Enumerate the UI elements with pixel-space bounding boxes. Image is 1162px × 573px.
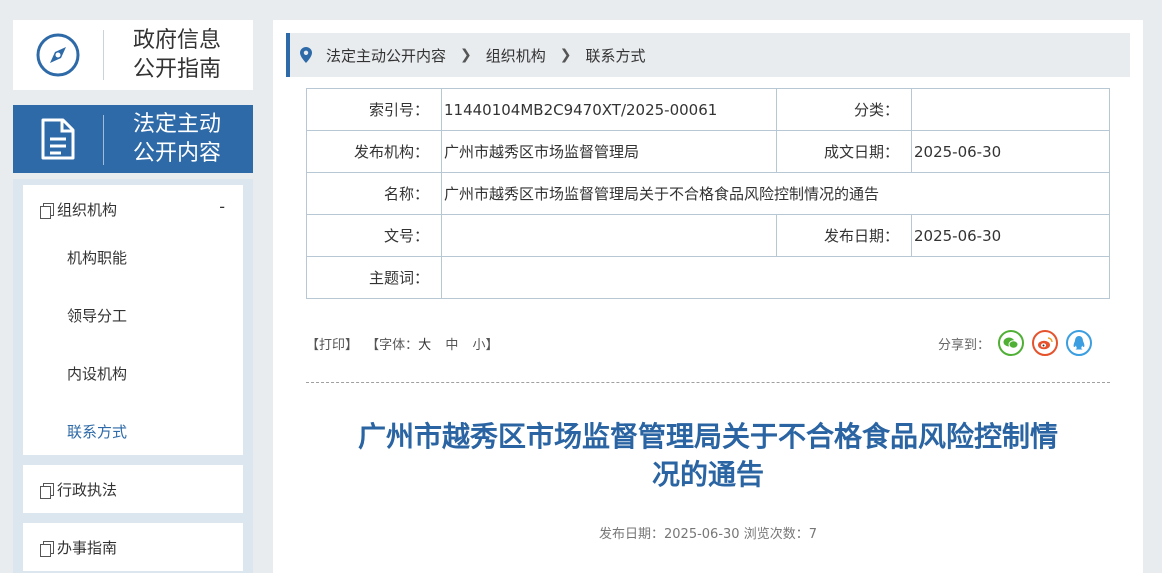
weibo-icon bbox=[1038, 337, 1053, 350]
name-label: 名称： bbox=[306, 172, 442, 215]
qq-penguin-icon bbox=[1073, 336, 1085, 350]
org-menu: 组织机构 - 机构职能 领导分工 内设机构 联系方式 bbox=[13, 179, 253, 475]
written-date-label: 成文日期： bbox=[776, 130, 912, 173]
divider bbox=[103, 115, 104, 165]
font-size-open: 【字体： bbox=[366, 338, 419, 353]
collapse-toggle[interactable]: - bbox=[219, 197, 225, 216]
pub-date-label: 发布日期： bbox=[776, 214, 912, 257]
font-size-close: 】 bbox=[485, 338, 499, 353]
doc-no-label: 文号： bbox=[306, 214, 442, 257]
menu-item-departments[interactable]: 内设机构 bbox=[67, 363, 127, 384]
breadcrumb-item[interactable]: 联系方式 bbox=[586, 45, 646, 66]
article-meta: 发布日期：2025-06-30 浏览次数：7 bbox=[599, 527, 817, 542]
chevron-right-icon: ❯ bbox=[559, 47, 572, 63]
weibo-share-button[interactable] bbox=[1032, 330, 1059, 356]
menu-item-functions[interactable]: 机构职能 bbox=[67, 247, 127, 268]
menu-group-label: 组织机构 bbox=[57, 200, 118, 219]
guide-title: 政府信息 公开指南 bbox=[132, 28, 221, 82]
share-label: 分享到： bbox=[938, 337, 991, 353]
breadcrumb: 法定主动公开内容 ❯ 组织机构 ❯ 联系方式 bbox=[286, 33, 1130, 77]
font-medium-link[interactable]: 中 bbox=[445, 338, 458, 353]
divider bbox=[103, 30, 104, 80]
breadcrumb-item[interactable]: 法定主动公开内容 bbox=[326, 45, 446, 66]
share-bar: 分享到： bbox=[938, 330, 1093, 356]
chevron-right-icon: ❯ bbox=[460, 47, 472, 63]
font-small-link[interactable]: 小 bbox=[472, 338, 485, 353]
pages-icon bbox=[40, 202, 54, 219]
menu-group-label: 行政执法 bbox=[57, 480, 118, 499]
active-section-title: 法定主动 公开内容 bbox=[132, 112, 221, 166]
location-pin-icon bbox=[300, 47, 312, 63]
menu-group-services[interactable]: 办事指南 bbox=[13, 518, 253, 573]
document-icon bbox=[41, 118, 75, 160]
font-large-link[interactable]: 大 bbox=[418, 338, 431, 353]
active-section-box[interactable]: 法定主动 公开内容 bbox=[13, 105, 253, 173]
breadcrumb-item[interactable]: 组织机构 bbox=[486, 45, 546, 66]
pages-icon bbox=[40, 540, 54, 557]
menu-item-leadership[interactable]: 领导分工 bbox=[67, 305, 127, 326]
article-title: 广州市越秀区市场监督管理局关于不合格食品风险控制情 况的通告 bbox=[357, 420, 1058, 491]
category-value bbox=[911, 88, 1110, 131]
name-value: 广州市越秀区市场监督管理局关于不合格食品风险控制情况的通告 bbox=[441, 172, 1110, 215]
divider-dashed bbox=[306, 382, 1110, 383]
menu-group-enforcement[interactable]: 行政执法 bbox=[13, 460, 253, 518]
pub-date-value: 2025-06-30 bbox=[911, 214, 1110, 257]
print-link[interactable]: 【打印】 bbox=[306, 338, 358, 353]
menu-item-contact[interactable]: 联系方式 bbox=[67, 421, 127, 442]
written-date-value: 2025-06-30 bbox=[911, 130, 1110, 173]
compass-icon bbox=[36, 33, 80, 77]
qq-share-button[interactable] bbox=[1066, 330, 1093, 356]
main-content: 法定主动公开内容 ❯ 组织机构 ❯ 联系方式 索引号： 11440104MB2C… bbox=[273, 20, 1143, 573]
subject-value bbox=[441, 256, 1110, 299]
index-value: 11440104MB2C9470XT/2025-00061 bbox=[441, 88, 777, 131]
metadata-table: 索引号： 11440104MB2C9470XT/2025-00061 分类： 发… bbox=[306, 88, 1110, 299]
wechat-share-button[interactable] bbox=[998, 330, 1025, 356]
text-tools: 【打印】 【字体：大 中 小】 bbox=[306, 334, 503, 353]
index-label: 索引号： bbox=[306, 88, 442, 131]
wechat-icon bbox=[1003, 337, 1019, 349]
subject-label: 主题词： bbox=[306, 256, 442, 299]
menu-group-label: 办事指南 bbox=[57, 538, 118, 557]
guide-link-box[interactable]: 政府信息 公开指南 bbox=[13, 20, 253, 90]
menu-group-org[interactable]: 组织机构 - bbox=[23, 185, 243, 233]
pages-icon bbox=[40, 482, 54, 499]
publisher-label: 发布机构： bbox=[306, 130, 442, 173]
publisher-value: 广州市越秀区市场监督管理局 bbox=[441, 130, 777, 173]
category-label: 分类： bbox=[776, 88, 912, 131]
doc-no-value bbox=[441, 214, 777, 257]
